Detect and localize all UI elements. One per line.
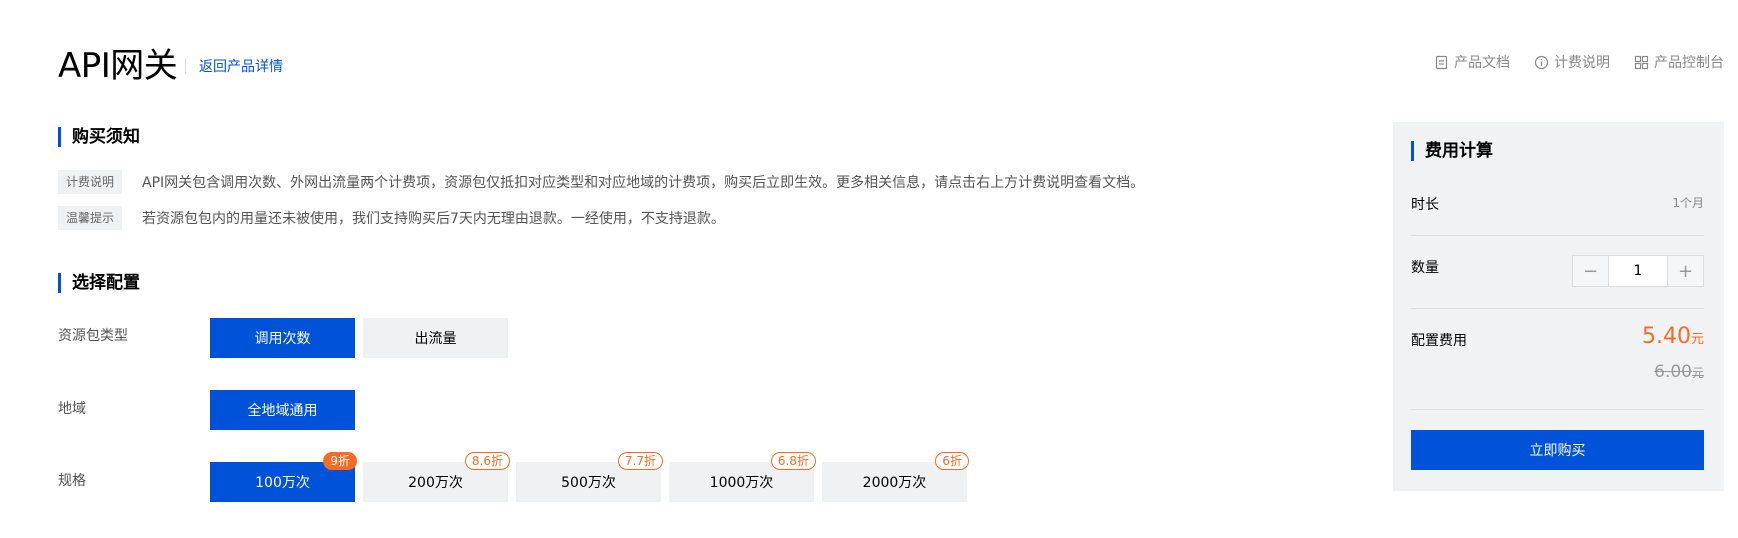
- package-type-label: 资源包类型: [58, 328, 128, 344]
- original-price-unit: 元: [1691, 366, 1704, 380]
- grid-icon: [1634, 55, 1649, 69]
- spec-option-label: 1000万次: [709, 475, 774, 491]
- spec-option-label: 2000万次: [862, 475, 927, 491]
- option-all-regions[interactable]: 全地域通用: [210, 390, 355, 430]
- buy-now-button[interactable]: 立即购买: [1411, 430, 1704, 470]
- spec-option-label: 200万次: [408, 475, 463, 491]
- info-icon: [1534, 55, 1549, 69]
- notice-tag: 温馨提示: [58, 206, 123, 230]
- spec-option-1000w[interactable]: 1000万次 6.8折: [669, 452, 816, 502]
- duration-value: 1个月: [1672, 196, 1704, 210]
- console-label: 产品控制台: [1654, 55, 1724, 71]
- discount-badge: 6.8折: [770, 452, 816, 470]
- notice-tag: 计费说明: [58, 170, 123, 194]
- back-to-product-link[interactable]: 返回产品详情: [199, 56, 283, 76]
- discount-badge: 6折: [935, 452, 969, 470]
- original-price-value: 6.00: [1654, 362, 1692, 382]
- spec-option-100w[interactable]: 100万次 9折: [210, 452, 357, 502]
- product-doc-link[interactable]: 产品文档: [1434, 52, 1510, 72]
- notice-row: 计费说明 API网关包含调用次数、外网出流量两个计费项，资源包仅抵扣对应类型和对…: [58, 170, 1144, 194]
- option-call-count[interactable]: 调用次数: [210, 318, 355, 358]
- spec-option-label: 500万次: [561, 475, 616, 491]
- billing-info-link[interactable]: 计费说明: [1534, 52, 1610, 72]
- option-outbound-traffic[interactable]: 出流量: [363, 318, 508, 358]
- increment-button[interactable]: +: [1668, 256, 1703, 286]
- divider: [1411, 409, 1704, 410]
- page-title: API网关: [58, 46, 178, 86]
- price-value: 5.40: [1642, 324, 1691, 349]
- quantity-label: 数量: [1411, 260, 1439, 276]
- discount-badge: 8.6折: [464, 452, 510, 470]
- billing-info-label: 计费说明: [1554, 55, 1610, 71]
- spec-option-2000w[interactable]: 2000万次 6折: [822, 452, 969, 502]
- current-price: 5.40元: [1642, 324, 1704, 349]
- spec-option-500w[interactable]: 500万次 7.7折: [516, 452, 663, 502]
- quantity-input[interactable]: 1: [1608, 256, 1668, 286]
- notice-text: 若资源包包内的用量还未被使用，我们支持购买后7天内无理由退款。一经使用，不支持退…: [142, 211, 725, 227]
- console-link[interactable]: 产品控制台: [1634, 52, 1724, 72]
- fee-label: 配置费用: [1411, 333, 1467, 349]
- discount-badge: 7.7折: [617, 452, 663, 470]
- price-unit: 元: [1690, 332, 1704, 347]
- cost-panel: 费用计算 时长 1个月 数量 − 1 + 配置费用 5.40元 6.00元 立即…: [1393, 122, 1724, 491]
- notice-text: API网关包含调用次数、外网出流量两个计费项，资源包仅抵扣对应类型和对应地域的计…: [142, 175, 1145, 191]
- spec-option-label: 100万次: [255, 475, 310, 491]
- discount-badge: 9折: [323, 452, 357, 470]
- title-divider: [185, 58, 186, 74]
- divider: [1411, 308, 1704, 309]
- original-price: 6.00元: [1654, 362, 1704, 382]
- notice-row: 温馨提示 若资源包包内的用量还未被使用，我们支持购买后7天内无理由退款。一经使用…: [58, 206, 725, 230]
- duration-label: 时长: [1411, 197, 1439, 213]
- spec-label: 规格: [58, 473, 86, 489]
- doc-icon: [1435, 55, 1448, 69]
- config-section-title: 选择配置: [58, 272, 140, 294]
- region-label: 地域: [58, 401, 86, 417]
- product-doc-label: 产品文档: [1454, 55, 1510, 71]
- quantity-stepper: − 1 +: [1572, 255, 1704, 287]
- cost-panel-title: 费用计算: [1411, 140, 1493, 162]
- divider: [1411, 235, 1704, 236]
- top-links: 产品文档 计费说明 产品控制台: [1434, 52, 1724, 72]
- spec-option-200w[interactable]: 200万次 8.6折: [363, 452, 510, 502]
- decrement-button[interactable]: −: [1573, 256, 1608, 286]
- notice-section-title: 购买须知: [58, 126, 140, 148]
